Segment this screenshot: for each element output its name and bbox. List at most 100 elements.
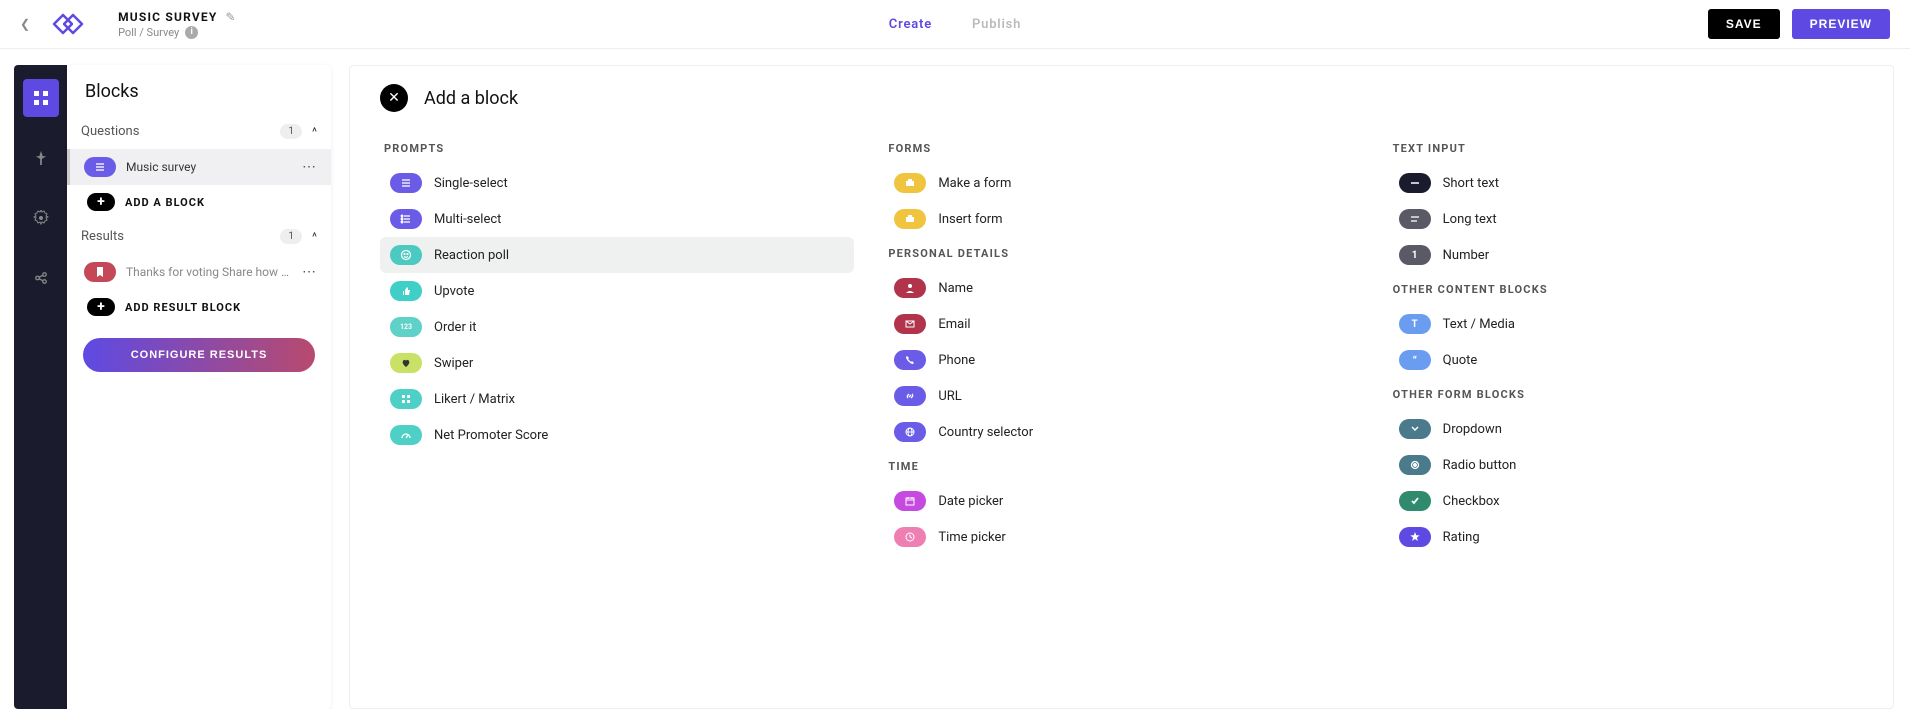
add-result-label: ADD RESULT BLOCK — [125, 301, 241, 314]
opt-time[interactable]: Time picker — [884, 519, 1358, 555]
heart-icon — [390, 353, 422, 373]
section-results[interactable]: Results 1 ^ — [67, 219, 331, 254]
heading-forms: FORMS — [888, 142, 1358, 155]
opt-label: Date picker — [938, 494, 1003, 509]
result-item[interactable]: Thanks for voting Share how you v... ⋯ — [67, 254, 331, 290]
body: Blocks Questions 1 ^ Music survey ⋯ + AD… — [0, 49, 1910, 709]
tab-create[interactable]: Create — [889, 17, 932, 32]
opt-label: Rating — [1443, 530, 1480, 545]
opt-label: Name — [938, 281, 973, 296]
opt-number[interactable]: 1 Number — [1389, 237, 1863, 273]
header: ❮ MUSIC SURVEY ✎ Poll / Survey i Create … — [0, 0, 1910, 49]
opt-rating[interactable]: Rating — [1389, 519, 1863, 555]
globe-icon — [894, 422, 926, 442]
opt-label: Quote — [1443, 353, 1478, 368]
add-block-link[interactable]: + ADD A BLOCK — [73, 185, 331, 219]
opt-quote[interactable]: “Quote — [1389, 342, 1863, 378]
nav-rail — [14, 65, 67, 709]
opt-label: URL — [938, 389, 961, 404]
long-text-icon — [1399, 209, 1431, 229]
page-subtitle: Poll / Survey — [118, 26, 179, 39]
opt-phone[interactable]: Phone — [884, 342, 1358, 378]
opt-label: Dropdown — [1443, 422, 1502, 437]
number-icon: 1 — [1399, 245, 1431, 265]
opt-insert-form[interactable]: Insert form — [884, 201, 1358, 237]
briefcase-icon — [894, 173, 926, 193]
configure-results-button[interactable]: CONFIGURE RESULTS — [83, 338, 315, 372]
opt-label: Single-select — [434, 176, 508, 191]
opt-label: Reaction poll — [434, 248, 509, 263]
opt-radio[interactable]: Radio button — [1389, 447, 1863, 483]
question-item-music-survey[interactable]: Music survey ⋯ — [67, 149, 331, 185]
opt-label: Checkbox — [1443, 494, 1500, 509]
preview-button[interactable]: PREVIEW — [1792, 9, 1890, 39]
opt-nps[interactable]: Net Promoter Score — [380, 417, 854, 453]
opt-long-text[interactable]: Long text — [1389, 201, 1863, 237]
section-results-label: Results — [81, 229, 280, 244]
opt-swiper[interactable]: Swiper — [380, 345, 854, 381]
opt-url[interactable]: URL — [884, 378, 1358, 414]
opt-dropdown[interactable]: Dropdown — [1389, 411, 1863, 447]
heading-prompts: PROMPTS — [384, 142, 854, 155]
opt-reaction-poll[interactable]: Reaction poll — [380, 237, 854, 273]
heading-time: TIME — [888, 460, 1358, 473]
info-icon[interactable]: i — [185, 26, 198, 39]
rail-blocks-icon[interactable] — [23, 79, 59, 117]
questions-count-badge: 1 — [280, 124, 302, 139]
edit-icon[interactable]: ✎ — [226, 10, 236, 24]
opt-email[interactable]: Email — [884, 306, 1358, 342]
opt-label: Insert form — [938, 212, 1002, 227]
briefcase-icon — [894, 209, 926, 229]
opt-name[interactable]: Name — [884, 270, 1358, 306]
add-result-link[interactable]: + ADD RESULT BLOCK — [73, 290, 331, 324]
sidebar: Blocks Questions 1 ^ Music survey ⋯ + AD… — [67, 65, 331, 709]
opt-checkbox[interactable]: Checkbox — [1389, 483, 1863, 519]
text-icon: T — [1399, 314, 1431, 334]
numbers-icon: 123 — [390, 317, 422, 337]
more-icon[interactable]: ⋯ — [302, 264, 317, 280]
rail-share-icon[interactable] — [23, 259, 59, 297]
header-left: ❮ MUSIC SURVEY ✎ Poll / Survey i — [20, 9, 236, 39]
chevron-down-icon — [1399, 419, 1431, 439]
more-icon[interactable]: ⋯ — [302, 159, 317, 175]
opt-label: Net Promoter Score — [434, 428, 548, 443]
opt-multi-select[interactable]: Multi-select — [380, 201, 854, 237]
close-icon[interactable]: ✕ — [380, 84, 408, 112]
list-icon — [390, 173, 422, 193]
opt-text-media[interactable]: TText / Media — [1389, 306, 1863, 342]
col-forms: FORMS Make a form Insert form PERSONAL D… — [884, 132, 1358, 555]
opt-date[interactable]: Date picker — [884, 483, 1358, 519]
plus-icon: + — [87, 298, 115, 316]
heading-text: TEXT INPUT — [1393, 142, 1863, 155]
list-icon — [84, 157, 116, 177]
panel-title: Add a block — [424, 88, 518, 109]
opt-order-it[interactable]: 123Order it — [380, 309, 854, 345]
opt-short-text[interactable]: Short text — [1389, 165, 1863, 201]
opt-label: Number — [1443, 248, 1489, 263]
header-actions: SAVE PREVIEW — [1708, 9, 1890, 39]
opt-single-select[interactable]: Single-select — [380, 165, 854, 201]
tab-publish[interactable]: Publish — [972, 17, 1021, 32]
rail-settings-icon[interactable] — [23, 199, 59, 237]
logo-icon[interactable] — [48, 9, 88, 39]
back-caret-icon[interactable]: ❮ — [20, 17, 30, 31]
add-block-panel: ✕ Add a block PROMPTS Single-select Mult… — [349, 65, 1894, 709]
opt-country[interactable]: Country selector — [884, 414, 1358, 450]
add-block-label: ADD A BLOCK — [125, 196, 205, 209]
col-prompts: PROMPTS Single-select Multi-select React… — [380, 132, 854, 555]
rail-pin-icon[interactable] — [23, 139, 59, 177]
chevron-up-icon: ^ — [312, 230, 317, 244]
short-text-icon — [1399, 173, 1431, 193]
section-questions[interactable]: Questions 1 ^ — [67, 114, 331, 149]
star-icon — [1399, 527, 1431, 547]
opt-label: Radio button — [1443, 458, 1517, 473]
save-button[interactable]: SAVE — [1708, 9, 1780, 39]
opt-upvote[interactable]: Upvote — [380, 273, 854, 309]
opt-likert[interactable]: Likert / Matrix — [380, 381, 854, 417]
title-block: MUSIC SURVEY ✎ Poll / Survey i — [118, 10, 236, 39]
chevron-up-icon: ^ — [312, 125, 317, 139]
thumbs-up-icon — [390, 281, 422, 301]
checklist-icon — [390, 209, 422, 229]
opt-make-form[interactable]: Make a form — [884, 165, 1358, 201]
opt-label: Email — [938, 317, 970, 332]
